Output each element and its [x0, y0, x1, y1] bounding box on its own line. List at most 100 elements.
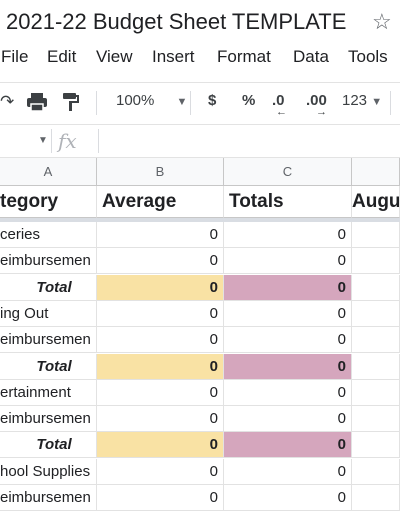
menu-format[interactable]: Format: [217, 47, 271, 67]
average-cell[interactable]: 0: [97, 300, 224, 327]
totals-cell[interactable]: 0: [224, 432, 352, 459]
category-cell[interactable]: hool Supplies: [0, 458, 97, 485]
average-cell[interactable]: 0: [97, 406, 224, 433]
totals-cell[interactable]: 0: [224, 222, 352, 248]
average-cell[interactable]: 0: [97, 222, 224, 248]
print-button[interactable]: [26, 92, 48, 116]
totals-cell[interactable]: 0: [224, 406, 352, 433]
august-cell[interactable]: [352, 458, 400, 485]
august-cell[interactable]: [352, 300, 400, 327]
average-cell[interactable]: 0: [97, 353, 224, 380]
category-cell[interactable]: Total: [0, 274, 97, 301]
totals-cell[interactable]: 0: [224, 327, 352, 354]
august-cell[interactable]: [352, 406, 400, 433]
totals-cell[interactable]: 0: [224, 458, 352, 485]
arrow-right-icon: →: [316, 106, 327, 118]
category-cell[interactable]: ing Out: [0, 300, 97, 327]
august-cell[interactable]: [352, 353, 400, 380]
august-cell[interactable]: [352, 222, 400, 248]
totals-cell[interactable]: 0: [224, 300, 352, 327]
paint-format-icon: [63, 93, 79, 111]
header-cell-totals[interactable]: Totals: [224, 186, 352, 218]
formula-input[interactable]: [104, 131, 394, 153]
arrow-left-icon: ←: [276, 106, 287, 118]
percent-format-button[interactable]: %: [242, 92, 255, 109]
table-row: eimbursemen 0 0: [0, 248, 400, 275]
name-box-chevron-down-icon[interactable]: ▼: [38, 135, 48, 146]
category-cell[interactable]: eimbursemen: [0, 327, 97, 354]
star-icon[interactable]: ☆: [372, 9, 392, 35]
menu-data[interactable]: Data: [293, 47, 329, 67]
menu-insert[interactable]: Insert: [152, 47, 195, 67]
category-cell[interactable]: eimbursemen: [0, 406, 97, 433]
chevron-down-icon: ▼: [371, 96, 383, 108]
column-header-b[interactable]: B: [97, 158, 224, 186]
currency-format-button[interactable]: $: [208, 92, 216, 109]
table-row: ing Out 0 0: [0, 300, 400, 327]
august-cell[interactable]: [352, 327, 400, 354]
totals-cell[interactable]: 0: [224, 274, 352, 301]
document-title[interactable]: 2021-22 Budget Sheet TEMPLATE: [6, 9, 346, 35]
totals-cell[interactable]: 0: [224, 248, 352, 275]
august-cell[interactable]: [352, 248, 400, 275]
average-cell[interactable]: 0: [97, 485, 224, 511]
more-formats-button[interactable]: 123 ▼: [342, 92, 382, 109]
totals-cell[interactable]: 0: [224, 353, 352, 380]
august-cell[interactable]: [352, 485, 400, 511]
total-row: Total 0 0: [0, 432, 400, 459]
column-header-d[interactable]: [352, 158, 400, 186]
zoom-value: 100%: [116, 92, 155, 109]
header-row: tegory Average Totals Augu: [0, 186, 400, 218]
average-cell[interactable]: 0: [97, 274, 224, 301]
menu-bar: File Edit View Insert Format Data Tools: [0, 44, 400, 72]
category-cell[interactable]: eimbursemen: [0, 485, 97, 511]
column-header-a[interactable]: A: [0, 158, 97, 186]
menu-tools[interactable]: Tools: [348, 47, 388, 67]
paint-format-button[interactable]: [62, 92, 80, 116]
menu-file[interactable]: File: [1, 47, 28, 67]
table-row: hool Supplies 0 0: [0, 458, 400, 485]
category-cell[interactable]: Total: [0, 432, 97, 459]
average-cell[interactable]: 0: [97, 432, 224, 459]
increase-decimal-button[interactable]: .00 →: [306, 92, 327, 118]
fx-icon: fx: [58, 129, 77, 153]
print-icon: [27, 93, 47, 112]
header-cell-average[interactable]: Average: [97, 186, 224, 218]
category-cell[interactable]: eimbursemen: [0, 248, 97, 275]
formula-bar: ▼ fx: [0, 124, 400, 158]
table-row: eimbursemen 0 0: [0, 327, 400, 354]
totals-cell[interactable]: 0: [224, 485, 352, 511]
august-cell[interactable]: [352, 379, 400, 406]
menu-edit[interactable]: Edit: [47, 47, 76, 67]
table-row: ertainment 0 0: [0, 379, 400, 406]
category-cell[interactable]: ertainment: [0, 379, 97, 406]
toolbar-divider: [96, 91, 97, 115]
formula-divider: [51, 129, 52, 153]
column-header-c[interactable]: C: [224, 158, 352, 186]
chevron-down-icon: ▼: [176, 96, 188, 108]
table-row: eimbursemen 0 0: [0, 485, 400, 511]
frozen-row-divider[interactable]: [0, 218, 400, 222]
zoom-select[interactable]: 100% ▼: [116, 92, 187, 109]
toolbar-divider: [190, 91, 191, 115]
toolbar-divider: [390, 91, 391, 115]
header-cell-august[interactable]: Augu: [352, 186, 400, 218]
table-row: ceries 0 0: [0, 222, 400, 248]
redo-icon[interactable]: ↷: [0, 92, 14, 112]
august-cell[interactable]: [352, 274, 400, 301]
average-cell[interactable]: 0: [97, 458, 224, 485]
total-row: Total 0 0: [0, 274, 400, 301]
more-formats-label: 123: [342, 92, 368, 109]
category-cell[interactable]: Total: [0, 353, 97, 380]
decrease-decimal-button[interactable]: .0 ←: [272, 92, 287, 118]
menu-view[interactable]: View: [96, 47, 133, 67]
totals-cell[interactable]: 0: [224, 379, 352, 406]
average-cell[interactable]: 0: [97, 327, 224, 354]
average-cell[interactable]: 0: [97, 248, 224, 275]
table-row: eimbursemen 0 0: [0, 406, 400, 433]
category-cell[interactable]: ceries: [0, 222, 97, 248]
august-cell[interactable]: [352, 432, 400, 459]
average-cell[interactable]: 0: [97, 379, 224, 406]
total-row: Total 0 0: [0, 353, 400, 380]
header-cell-category[interactable]: tegory: [0, 186, 97, 218]
